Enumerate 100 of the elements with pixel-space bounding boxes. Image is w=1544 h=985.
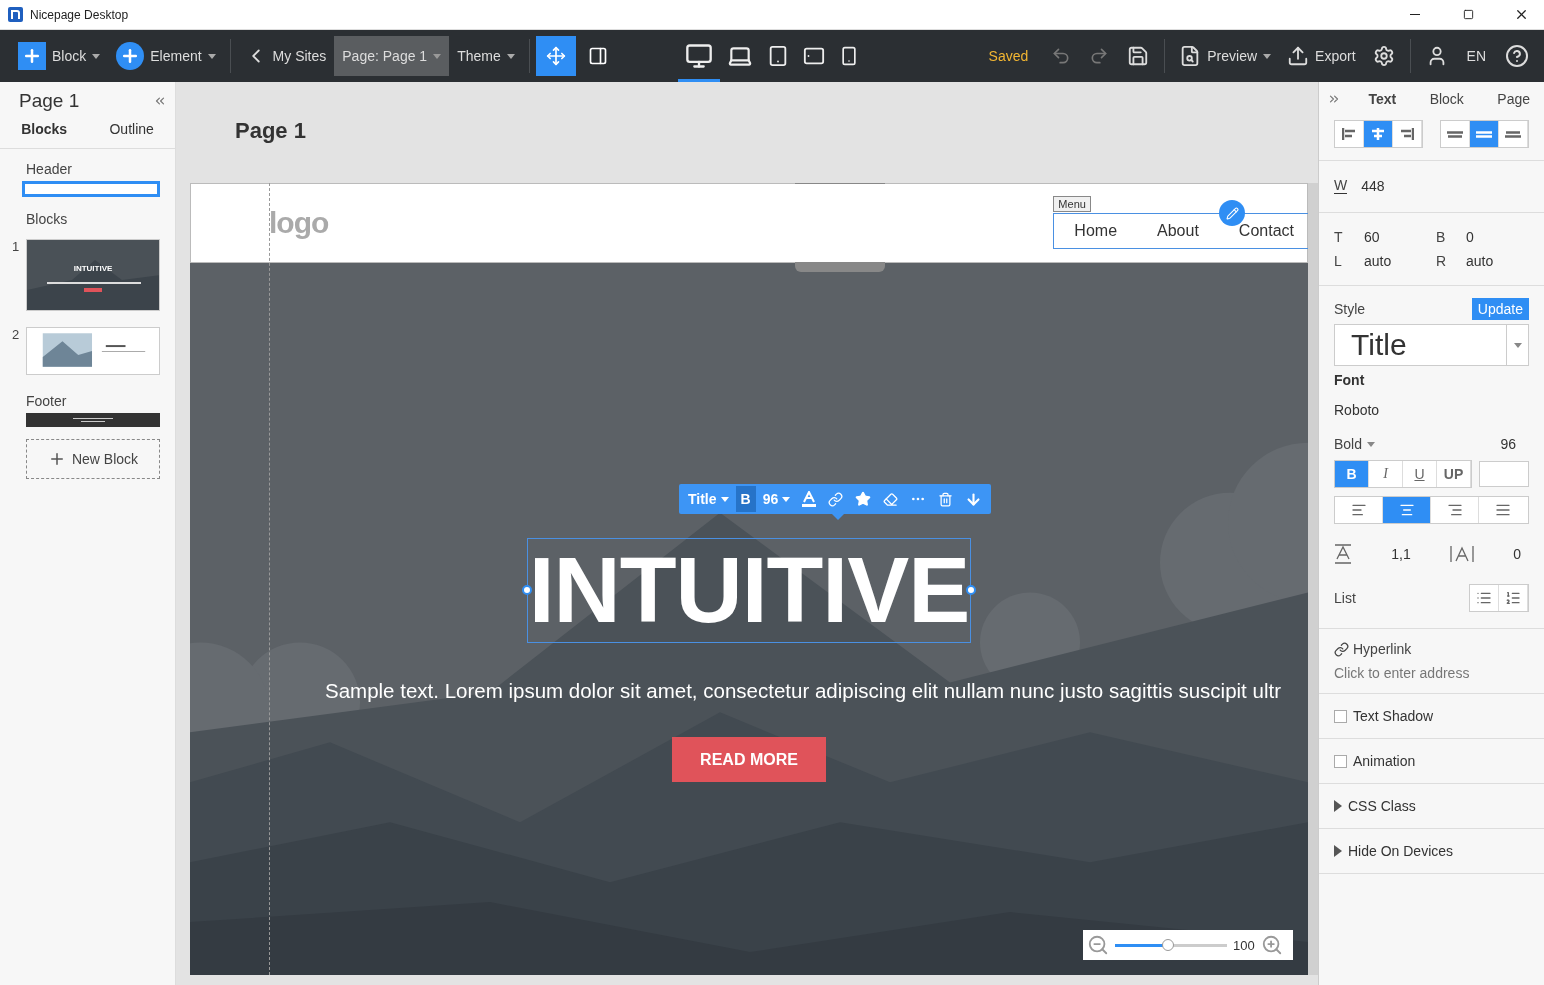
expand-icon[interactable] [1327,92,1341,106]
spacing-label: R [1436,253,1448,269]
menu-button[interactable]: Theme [449,36,523,76]
help-icon [1505,44,1529,68]
panel-tab[interactable]: Text [1362,90,1403,108]
left-position-icon [1342,128,1356,140]
link-icon [828,491,844,507]
block-number: 2 [12,327,20,344]
caret-icon [1263,53,1272,59]
line-height-value: 1,1 [1391,546,1411,562]
link-icon [1334,641,1349,657]
hyperlink-button[interactable]: Hyperlink [1334,641,1529,657]
caret-icon [720,496,729,502]
letter-spacing-value: 0 [1513,546,1521,562]
minimize-icon [1410,14,1420,15]
spacing-value: 60 [1364,229,1381,245]
panel-tab[interactable]: Page [1491,90,1536,108]
align-button[interactable] [1470,121,1499,147]
panel-title: Page 1 [19,90,80,112]
address-field[interactable]: Click to enter address [1334,665,1529,681]
align-center-icon [1398,502,1415,518]
add-button[interactable]: Block [10,36,109,76]
page-title: Page 1 [235,118,307,145]
phone-icon [839,46,859,66]
upload-icon [1287,45,1310,67]
collapse-icon[interactable] [153,94,167,108]
expander-toggle[interactable]: CSS Class [1334,794,1529,818]
font-size-value: 96 [1500,436,1516,452]
align-left-icon [1350,502,1367,518]
zoom-out-icon[interactable] [1087,934,1109,956]
menu-link[interactable]: About [1157,222,1199,240]
numbered-list-icon [1505,590,1521,606]
plus-icon [18,42,46,70]
menu-button[interactable]: Page: Page 1 [334,36,450,76]
style-select[interactable]: Title [1334,324,1529,366]
option-checkbox[interactable]: Animation [1334,749,1529,773]
maximize-icon [1462,9,1474,20]
spacing-label: L [1334,253,1343,269]
resize-handle[interactable] [795,262,885,272]
language-button[interactable]: EN [1456,36,1496,76]
menu-link[interactable]: Home [1074,222,1118,240]
resize-handle[interactable] [966,585,977,595]
arrow-down-icon [965,490,983,508]
hero-title: INTUITIVE [528,544,970,637]
tablet-icon [803,45,825,67]
panel-tab[interactable]: Block [1423,90,1470,108]
style-label: Style [1334,301,1366,317]
font-weight-dropdown[interactable]: Bold [1334,436,1376,452]
plus-icon [116,42,145,70]
my-sites-button[interactable]: My Sites [236,36,335,76]
list-label: List [1334,590,1356,606]
hero-text: Sample text. Lorem ipsum dolor sit amet, consectetur adipiscing elit nullam nunc justo sagittis suscipit ultr [324,679,1281,703]
scrollbar[interactable] [1308,183,1318,975]
text-align-button[interactable] [1383,497,1431,523]
desktop-icon [685,42,713,70]
font-label: Font [1334,372,1366,388]
zoom-slider-thumb[interactable] [1161,938,1174,951]
tablet-icon [767,45,789,67]
saved-status: Saved [988,48,1029,64]
logo: logo [269,206,329,240]
edit-button[interactable] [1219,200,1246,226]
export-button[interactable]: Export [1279,36,1364,76]
section-label: Header [26,161,73,177]
eraser-icon [883,491,899,507]
resize-handle[interactable] [521,585,532,595]
section-label: Footer [26,393,68,409]
panel-tab[interactable]: Outline [103,120,160,138]
menu-link[interactable]: Contact [1238,222,1294,240]
letter-spacing-icon [1449,545,1474,563]
top-position-icon [1447,130,1463,138]
spacing-value: 0 [1466,229,1475,245]
color-field[interactable] [1479,461,1529,487]
text-color-icon [802,491,817,507]
trash-icon [938,491,954,507]
option-checkbox[interactable]: Text Shadow [1334,704,1529,728]
width-label: W [1334,177,1348,194]
read-more-button[interactable]: READ MORE [672,737,826,782]
expander-toggle[interactable]: Hide On Devices [1334,839,1529,863]
font-name: Roboto [1334,402,1381,418]
redo-icon [1089,46,1110,66]
caret-icon [207,53,216,59]
block-thumbnail[interactable] [26,327,160,375]
block-thumbnail[interactable]: INTUITIVE [26,239,160,311]
new-block-button[interactable]: New Block [26,439,160,479]
spacing-label: T [1334,229,1344,245]
panel-tab[interactable]: Blocks [15,120,74,138]
footer-thumbnail[interactable] [26,413,160,427]
add-button[interactable]: Element [108,36,224,76]
caret-icon [92,53,101,59]
center-position-icon [1371,128,1385,140]
move-tool-button[interactable] [535,36,576,76]
header-thumbnail[interactable] [22,181,160,197]
preview-button[interactable]: Preview [1171,36,1280,76]
zoom-in-icon[interactable] [1260,934,1283,956]
align-right-icon [1446,502,1463,518]
bold-button[interactable]: B [735,486,756,512]
caret-icon [1513,342,1522,348]
caret-icon [506,53,515,59]
align-button[interactable] [1364,121,1393,147]
star-icon [855,491,872,507]
